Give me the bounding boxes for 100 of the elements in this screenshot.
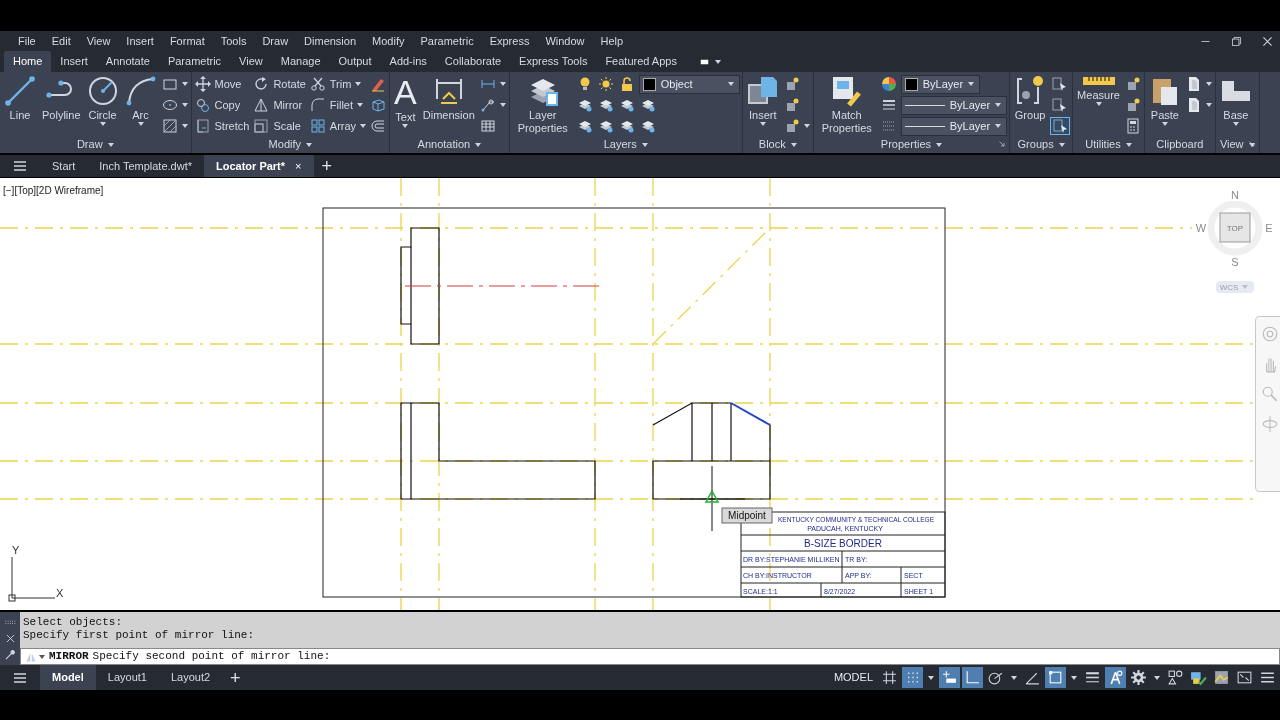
panel-title[interactable]: Utilities — [1081, 136, 1136, 153]
new-tab-button[interactable]: + — [313, 155, 340, 177]
panel-title[interactable]: Block — [754, 136, 801, 153]
ribbon-button[interactable]: Array — [308, 117, 368, 135]
ribbon-button[interactable] — [596, 75, 615, 93]
ribbon-tab[interactable]: Express Tools — [510, 50, 597, 72]
dialog-launcher-icon[interactable] — [998, 140, 1007, 148]
panel-title[interactable]: Annotation — [413, 136, 486, 153]
menu-item[interactable]: Modify — [364, 33, 413, 50]
panel-title[interactable]: View — [1215, 136, 1259, 153]
file-tab[interactable]: Locator Part* × — [204, 155, 314, 177]
ribbon-button[interactable]: Scale — [252, 117, 302, 135]
status-toggle[interactable] — [939, 667, 960, 688]
close-tab-button[interactable]: × — [295, 157, 302, 175]
ribbon-tab[interactable]: Insert — [51, 50, 97, 72]
ribbon-button[interactable]: Polyline — [40, 75, 83, 122]
compass-label[interactable]: N — [1231, 189, 1239, 201]
dropdown-field[interactable]: Object — [638, 74, 740, 94]
window-restore-button[interactable] — [1230, 35, 1243, 48]
top-view-drawing[interactable] — [400, 227, 440, 345]
panel-title[interactable]: Clipboard — [1152, 136, 1208, 153]
ribbon-button[interactable]: Base — [1217, 75, 1254, 126]
panel-title[interactable]: Properties — [876, 136, 946, 153]
ribbon-button[interactable]: Dimension — [420, 75, 477, 122]
file-tab[interactable]: Inch Template.dwt* — [87, 155, 204, 177]
ribbon-button[interactable]: Group — [1012, 75, 1049, 122]
ribbon-button[interactable] — [1050, 117, 1071, 135]
snap-tooltip: Midpoint — [721, 507, 773, 524]
panel-title[interactable]: Draw — [72, 136, 118, 153]
status-toggle[interactable] — [1045, 667, 1066, 688]
ribbon-button[interactable] — [478, 117, 497, 135]
layout-tab[interactable]: Model — [40, 665, 96, 690]
arc-icon — [124, 75, 157, 107]
ribbon-button[interactable] — [369, 96, 388, 114]
ribbon-button[interactable]: Arc — [122, 75, 159, 126]
ribbon-button[interactable]: Stretch — [193, 117, 251, 135]
ribbon-tab[interactable]: Featured Apps — [596, 50, 686, 72]
dropdown-field[interactable]: ByLayer — [900, 116, 1008, 136]
viewcube-face[interactable]: TOP — [1219, 212, 1251, 243]
ribbon-button[interactable]: Measure — [1075, 75, 1122, 106]
highlighted-edge[interactable] — [730, 402, 771, 426]
ribbon-button[interactable]: A Text — [392, 75, 419, 128]
status-toggle[interactable] — [902, 667, 923, 688]
ribbon-button[interactable]: Match Properties — [815, 75, 878, 135]
side-view-drawing[interactable] — [652, 402, 771, 500]
panel-title[interactable]: Layers — [599, 136, 652, 153]
dropdown-field[interactable]: ByLayer — [900, 95, 1008, 115]
window-close-button[interactable] — [1261, 35, 1274, 48]
ribbon-tab[interactable]: Home — [4, 50, 52, 72]
ribbon-tab[interactable]: Annotate — [96, 50, 159, 72]
status-toggle[interactable] — [962, 667, 983, 688]
dropdown-field[interactable]: ByLayer — [900, 74, 981, 94]
ribbon-button[interactable]: Paste — [1146, 75, 1183, 126]
status-toggle[interactable] — [1105, 667, 1126, 688]
ribbon-button[interactable]: Line — [2, 75, 38, 122]
menu-item[interactable]: Format — [161, 33, 213, 50]
ribbon-button[interactable]: Trim — [308, 75, 363, 93]
ribbon-button[interactable] — [879, 75, 898, 93]
status-toggle[interactable] — [1128, 667, 1149, 688]
ribbon-button[interactable]: Circle — [84, 75, 121, 126]
viewport-controls[interactable]: [−][Top][2D Wireframe] — [3, 183, 104, 198]
close-button[interactable] — [4, 633, 16, 644]
command-input[interactable]: MIRROR Specify second point of mirror line: — [20, 648, 1280, 665]
ribbon-button[interactable]: Rotate — [252, 75, 307, 93]
customize-button[interactable] — [4, 648, 16, 661]
ribbon-tab[interactable]: View — [230, 50, 272, 72]
new-layout-button[interactable]: + — [222, 668, 249, 687]
ribbon-tab[interactable]: Add-ins — [380, 50, 436, 72]
menu-item[interactable]: Help — [592, 33, 632, 50]
menu-item[interactable]: Express — [481, 33, 538, 50]
ribbon-tab[interactable]: Manage — [271, 50, 330, 72]
compass-label[interactable]: W — [1195, 222, 1207, 234]
model-space-button[interactable]: MODEL — [829, 669, 877, 686]
menu-item[interactable]: Draw — [254, 33, 297, 50]
ribbon-button[interactable] — [160, 117, 189, 135]
ribbon-tab[interactable]: Collaborate — [435, 50, 511, 72]
menu-item[interactable]: File — [10, 33, 44, 50]
compass-label[interactable]: S — [1231, 256, 1239, 268]
ribbon-button[interactable]: Fillet — [308, 96, 365, 114]
menu-item[interactable]: Parametric — [412, 33, 482, 50]
layout-tab[interactable]: Layout1 — [95, 665, 159, 690]
front-view-drawing[interactable] — [400, 402, 596, 500]
panel-title[interactable]: Groups — [1013, 136, 1069, 153]
menu-item[interactable]: Tools — [212, 33, 255, 50]
menu-item[interactable]: Window — [537, 33, 593, 50]
compass-label[interactable]: E — [1265, 222, 1273, 234]
menu-item[interactable]: Insert — [118, 33, 162, 50]
ribbon-button[interactable]: Mirror — [252, 96, 304, 114]
menu-item[interactable]: View — [78, 33, 119, 50]
menu-item[interactable]: Edit — [43, 33, 79, 50]
ribbon-button[interactable]: Move — [193, 75, 243, 93]
ribbon-button[interactable]: Copy — [193, 96, 242, 114]
ribbon-tab[interactable]: Output — [329, 50, 381, 72]
file-tab[interactable]: Start — [40, 155, 88, 177]
ribbon-button[interactable]: Layer Properties — [511, 75, 574, 135]
ribbon-button[interactable]: Insert — [744, 75, 781, 126]
layout-tab[interactable]: Layout2 — [158, 665, 223, 690]
ribbon-tab[interactable]: Parametric — [158, 50, 231, 72]
panel-title[interactable]: Modify — [264, 136, 316, 153]
menu-item[interactable]: Dimension — [296, 33, 365, 50]
